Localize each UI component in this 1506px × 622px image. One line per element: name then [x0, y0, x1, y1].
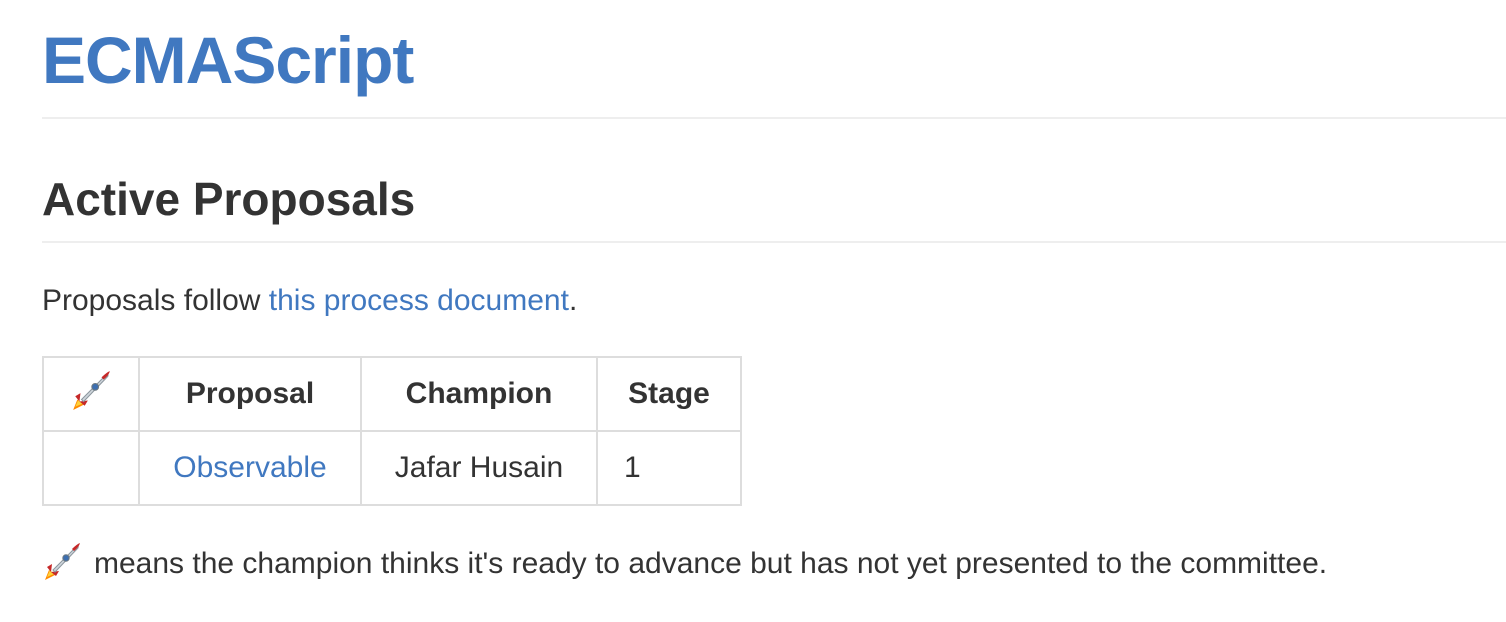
cell-champion: Jafar Husain	[360, 430, 598, 506]
table-row: Observable Jafar Husain 1	[42, 430, 742, 506]
cell-icon	[42, 430, 140, 506]
process-document-link[interactable]: this process document	[269, 284, 569, 317]
header-cell-stage: Stage	[596, 356, 742, 432]
legend-text: means the champion thinks it's ready to …	[94, 547, 1328, 580]
proposal-link-observable[interactable]: Observable	[173, 451, 326, 484]
intro-prefix: Proposals follow	[42, 284, 269, 317]
page-title-link[interactable]: ECMAScript	[42, 22, 414, 98]
header-cell-icon	[42, 356, 140, 432]
cell-proposal: Observable	[138, 430, 362, 506]
intro-suffix: .	[568, 284, 578, 317]
header-cell-champion: Champion	[360, 356, 598, 432]
legend-paragraph: means the champion thinks it's ready to …	[42, 541, 1327, 594]
rocket-icon	[42, 541, 82, 594]
section-heading: Active Proposals	[42, 173, 416, 225]
intro-paragraph: Proposals follow this process document.	[42, 281, 577, 321]
page: ECMAScript Active Proposals Proposals fo…	[0, 0, 1506, 622]
rocket-icon	[70, 369, 112, 419]
proposals-table: Proposal Champion Stage Observable Jafar…	[42, 356, 742, 506]
header-cell-proposal: Proposal	[138, 356, 362, 432]
section-divider	[42, 241, 1506, 243]
table-header-row: Proposal Champion Stage	[42, 356, 742, 432]
cell-stage: 1	[596, 430, 742, 506]
title-divider	[42, 117, 1506, 119]
